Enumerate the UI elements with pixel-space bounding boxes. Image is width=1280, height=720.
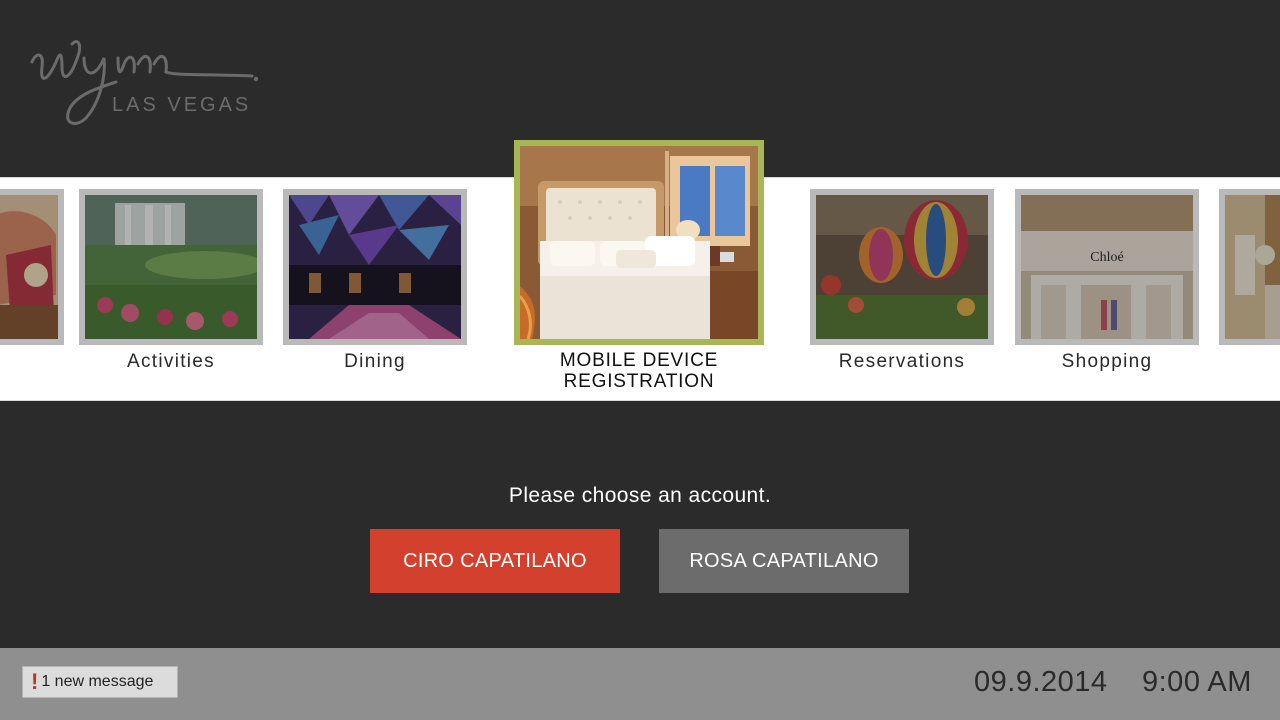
carousel-tile-dining[interactable] (283, 189, 467, 345)
hotel-bed-image (520, 146, 758, 339)
carousel-tile-activities[interactable] (79, 189, 263, 345)
message-count-label: 1 new message (41, 673, 154, 690)
carousel-label: Co (1227, 351, 1280, 373)
date-display: 09.9.2014 (974, 666, 1108, 698)
alert-icon: ! (31, 669, 39, 694)
carousel-tile-partial-left[interactable] (0, 189, 64, 345)
carousel-tile-mobile-device-registration[interactable] (514, 140, 764, 345)
new-message-button[interactable]: ! 1 new message (22, 666, 178, 698)
selected-label-line2: REGISTRATION (563, 371, 715, 392)
carousel-tile-partial-right[interactable] (1219, 189, 1280, 345)
account-button-ciro[interactable]: CIRO CAPATILANO (370, 529, 620, 593)
carousel-tile-shopping[interactable]: Chloé (1015, 189, 1199, 345)
logo-subtitle: LAS VEGAS (112, 94, 252, 116)
account-button-rosa[interactable]: ROSA CAPATILANO (659, 529, 909, 593)
carousel-tile-reservations[interactable] (810, 189, 994, 345)
footer-bar: ! 1 new message 09.9.2014 9:00 AM (0, 648, 1280, 720)
selected-tile-label: MOBILE DEVICE REGISTRATION (514, 350, 764, 392)
suite-room-image (1225, 195, 1280, 339)
carousel-label: ons (0, 351, 40, 373)
time-display: 9:00 AM (1142, 666, 1252, 698)
selected-label-line1: MOBILE DEVICE (559, 350, 719, 371)
carousel-label: Shopping (1061, 351, 1153, 372)
account-prompt: Please choose an account. (508, 484, 772, 507)
wynn-logo: LAS VEGAS (26, 22, 266, 132)
carousel-label: Dining (344, 351, 406, 372)
carousel-label: Reservations (838, 351, 966, 372)
nightclub-dining-image (289, 195, 461, 339)
show-painting-image (0, 195, 58, 339)
chloe-storefront-image: Chloé (1021, 195, 1193, 339)
balloon-atrium-image (816, 195, 988, 339)
waterfall-golf-image (85, 195, 257, 339)
carousel-label: Activities (127, 351, 215, 372)
